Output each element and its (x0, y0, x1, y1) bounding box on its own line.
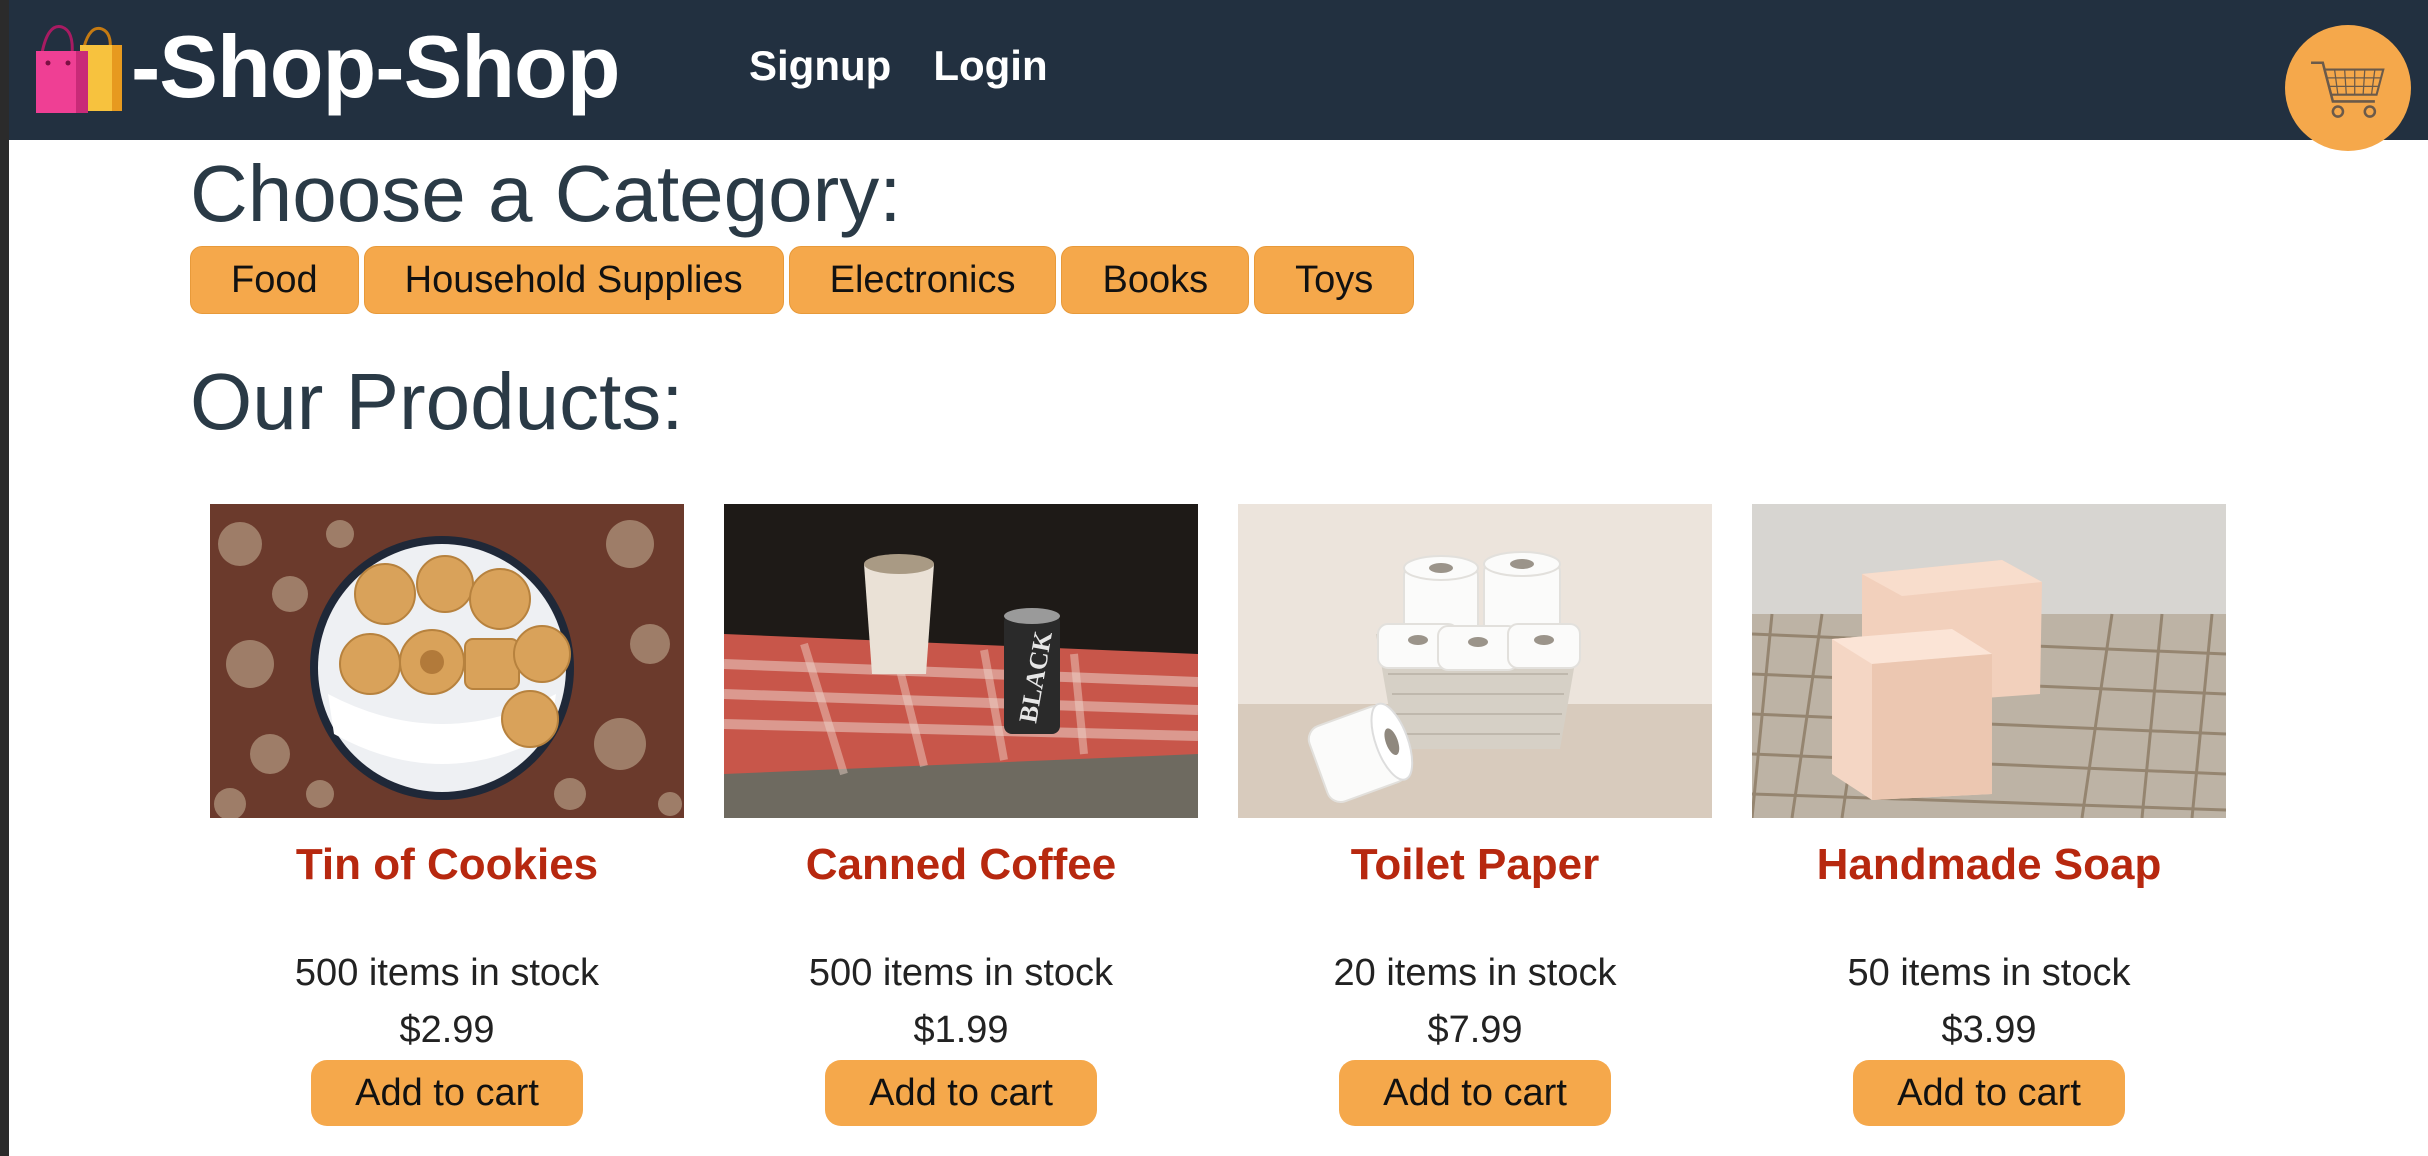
product-name[interactable]: Toilet Paper (1351, 840, 1600, 890)
category-food-button[interactable]: Food (190, 246, 359, 314)
shopping-bags-icon (36, 25, 122, 113)
product-stock: 50 items in stock (1847, 952, 2131, 994)
category-electronics-button[interactable]: Electronics (788, 246, 1057, 314)
category-household-supplies-button[interactable]: Household Supplies (363, 246, 784, 314)
product-card: Tin of Cookies 500 items in stock $2.99 … (210, 504, 684, 1126)
product-card: BLACK Canned Coffee 500 items in stock $… (724, 504, 1198, 1126)
site-header: -Shop-Shop Signup Login (9, 0, 2428, 151)
product-list: Tin of Cookies 500 items in stock $2.99 … (210, 504, 2226, 1126)
product-price: $3.99 (1941, 1009, 2037, 1051)
main-content: Choose a Category: Food Household Suppli… (190, 150, 2240, 446)
product-stock: 500 items in stock (808, 952, 1114, 994)
browser-gutter (0, 0, 9, 1156)
category-list: Food Household Supplies Electronics Book… (190, 246, 2240, 314)
product-name[interactable]: Handmade Soap (1817, 840, 2162, 890)
add-to-cart-button[interactable]: Add to cart (1339, 1060, 1611, 1126)
product-name[interactable]: Canned Coffee (806, 840, 1116, 890)
soap-photo[interactable] (1752, 504, 2226, 818)
add-to-cart-button[interactable]: Add to cart (1853, 1060, 2125, 1126)
login-link[interactable]: Login (933, 42, 1047, 90)
product-card: Handmade Soap 50 items in stock $3.99 Ad… (1752, 504, 2226, 1126)
brand-name: -Shop-Shop (131, 17, 621, 116)
category-toys-button[interactable]: Toys (1254, 246, 1415, 314)
signup-link[interactable]: Signup (749, 42, 891, 90)
product-card: Toilet Paper 20 items in stock $7.99 Add… (1238, 504, 1712, 1126)
toilet-paper-photo[interactable] (1238, 504, 1712, 818)
add-to-cart-button[interactable]: Add to cart (825, 1060, 1097, 1126)
product-price: $2.99 (399, 1009, 495, 1051)
main-nav: Signup Login (749, 42, 1048, 90)
add-to-cart-button[interactable]: Add to cart (311, 1060, 583, 1126)
shopping-cart-icon (2311, 61, 2385, 118)
product-price: $7.99 (1427, 1009, 1523, 1051)
brand-logo[interactable]: -Shop-Shop (27, 12, 621, 122)
product-stock: 500 items in stock (294, 952, 600, 994)
product-name[interactable]: Tin of Cookies (296, 840, 598, 890)
products-heading: Our Products: (190, 357, 684, 446)
cookies-photo[interactable] (210, 504, 684, 818)
product-price: $1.99 (913, 1009, 1009, 1051)
coffee-photo[interactable]: BLACK (724, 504, 1198, 818)
category-heading: Choose a Category: (190, 149, 902, 238)
cart-button[interactable] (2285, 25, 2411, 151)
product-stock: 20 items in stock (1333, 952, 1617, 994)
category-books-button[interactable]: Books (1061, 246, 1250, 314)
